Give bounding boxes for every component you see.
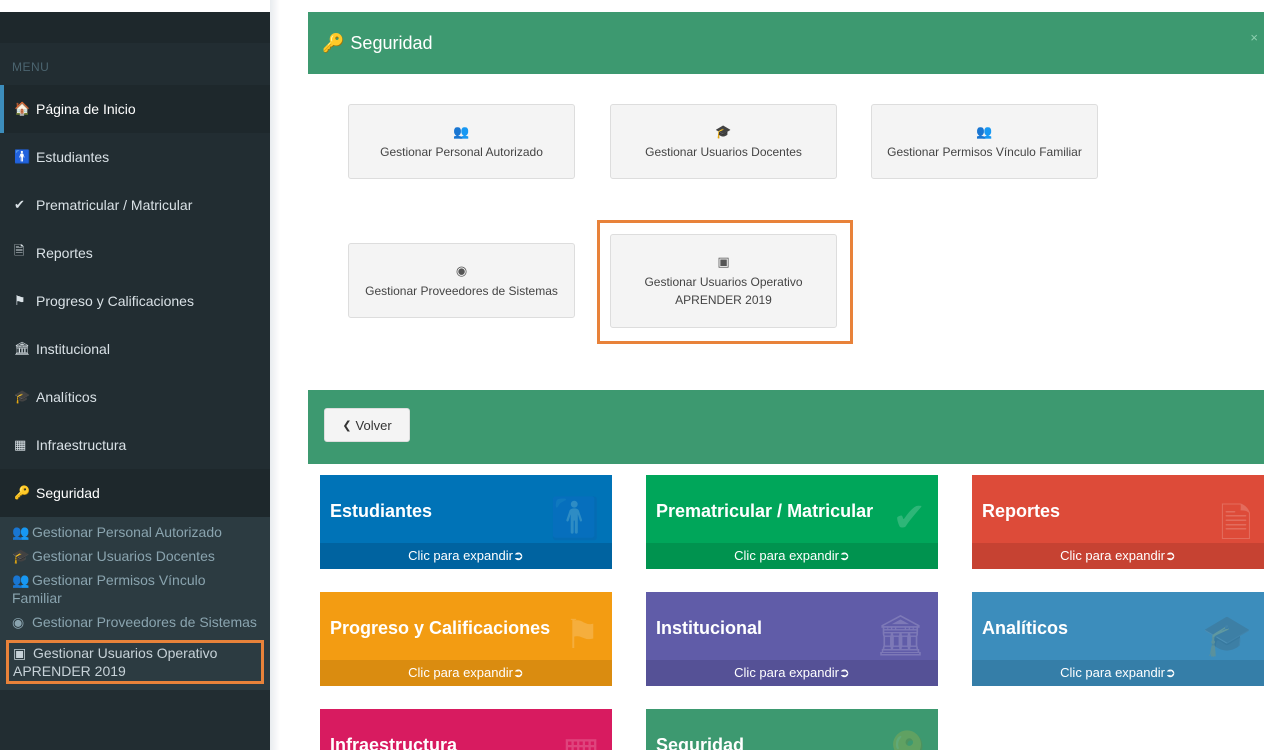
tile-seguridad[interactable]: Seguridad 🔑 (646, 709, 938, 750)
institution-icon: 🏛 (14, 341, 31, 356)
home-icon: 🏠 (14, 101, 31, 116)
tile-title: Seguridad (656, 735, 745, 750)
submenu-item-label: Gestionar Usuarios Docentes (32, 548, 215, 564)
tile-footer[interactable]: Clic para expandir➲ (646, 543, 938, 569)
menu-header: MENU (12, 60, 50, 74)
sidebar-item-prematricular[interactable]: ✔ Prematricular / Matricular (0, 181, 270, 229)
users-icon: 👥 (12, 572, 30, 588)
panel-title: 🔑 Seguridad (322, 33, 433, 54)
submenu-item-personal-autorizado[interactable]: 👥 Gestionar Personal Autorizado (0, 520, 270, 544)
submenu-item-label: Gestionar Proveedores de Sistemas (32, 614, 257, 630)
sidebar-item-label: Estudiantes (36, 149, 110, 165)
tile-footer[interactable]: Clic para expandir➲ (646, 660, 938, 686)
close-icon[interactable]: × (1250, 30, 1258, 45)
user-circle-icon: ◉ (12, 614, 25, 630)
flag-icon: ⚑ (14, 293, 26, 308)
building-icon: ▦ (562, 729, 600, 750)
student-icon: 🚹 (550, 497, 600, 541)
graduation-cap-icon: 🎓 (1202, 614, 1252, 658)
sidebar: MENU 🏠 Página de Inicio 🚹 Estudiantes ✔ … (0, 12, 270, 750)
tile-title: Reportes (982, 501, 1061, 521)
btn-usuarios-docentes[interactable]: 🎓 Gestionar Usuarios Docentes (610, 104, 837, 179)
check-icon: ✔ (14, 197, 25, 212)
tile-analiticos[interactable]: Analíticos 🎓 Clic para expandir➲ (972, 592, 1264, 686)
sidebar-item-label: Institucional (36, 341, 110, 357)
key-icon: 🔑 (322, 32, 345, 53)
users-icon: 👥 (976, 123, 993, 139)
submenu-item-label: Gestionar Permisos Vínculo Familiar (12, 572, 206, 606)
seguridad-submenu: 👥 Gestionar Personal Autorizado 🎓 Gestiona… (0, 517, 270, 690)
tile-footer[interactable]: Clic para expandir➲ (972, 543, 1264, 569)
button-label: Gestionar Permisos Vínculo Familiar (887, 144, 1082, 159)
content-shadow (270, 0, 280, 750)
back-bar (308, 390, 1264, 464)
sidebar-item-reportes[interactable]: 🗎 Reportes (0, 229, 270, 277)
sidebar-item-institucional[interactable]: 🏛 Institucional (0, 325, 270, 373)
flag-icon: ⚑ (564, 613, 600, 657)
graduation-cap-icon: 🎓 (12, 548, 30, 564)
highlight-frame (597, 220, 853, 344)
user-circle-icon: ◉ (455, 262, 468, 278)
tile-footer[interactable]: Clic para expandir➲ (972, 660, 1264, 686)
sidebar-item-label: Prematricular / Matricular (36, 197, 193, 213)
seguridad-panel-header: 🔑 Seguridad × (308, 12, 1264, 74)
sidebar-topbar (0, 12, 270, 43)
panel-title-text: Seguridad (350, 32, 433, 53)
key-icon: 🔑 (14, 485, 31, 500)
tile-prematricular[interactable]: Prematricular / Matricular ✔ Clic para e… (646, 475, 938, 569)
tile-progreso[interactable]: Progreso y Calificaciones ⚑ Clic para ex… (320, 592, 612, 686)
btn-personal-autorizado[interactable]: 👥 Gestionar Personal Autorizado (348, 104, 575, 179)
tile-reportes[interactable]: Reportes 🗎 Clic para expandir➲ (972, 475, 1264, 569)
sidebar-item-label: Seguridad (36, 485, 100, 501)
sidebar-item-label: Reportes (36, 245, 93, 261)
submenu-item-label: Gestionar Personal Autorizado (32, 524, 222, 540)
submenu-item-vinculo-familiar[interactable]: 👥 Gestionar Permisos Vínculo Familiar (0, 568, 270, 610)
button-label: Gestionar Personal Autorizado (380, 144, 543, 159)
tile-title: Analíticos (982, 618, 1069, 638)
chevron-left-icon: ❮ (342, 419, 352, 432)
tile-footer[interactable]: Clic para expandir➲ (320, 660, 612, 686)
sidebar-item-label: Analíticos (36, 389, 97, 405)
tile-title: Prematricular / Matricular (656, 501, 874, 521)
tile-title: Estudiantes (330, 501, 433, 521)
sidebar-item-estudiantes[interactable]: 🚹 Estudiantes (0, 133, 270, 181)
users-icon: 👥 (12, 524, 30, 540)
submenu-item-proveedores[interactable]: ◉ Gestionar Proveedores de Sistemas (0, 610, 270, 634)
sidebar-item-progreso[interactable]: ⚑ Progreso y Calificaciones (0, 277, 270, 325)
graduation-cap-icon: 🎓 (715, 123, 732, 139)
sidebar-item-seguridad[interactable]: 🔑 Seguridad (0, 469, 270, 517)
sidebar-item-label: Infraestructura (36, 437, 127, 453)
submenu-item-operativo-aprender[interactable]: ▣ Gestionar Usuarios Operativo APRENDER 2… (6, 640, 264, 684)
btn-vinculo-familiar[interactable]: 👥 Gestionar Permisos Vínculo Familiar (871, 104, 1098, 179)
sidebar-item-label: Página de Inicio (36, 101, 136, 117)
tile-footer[interactable]: Clic para expandir➲ (320, 543, 612, 569)
sidebar-item-inicio[interactable]: 🏠 Página de Inicio (0, 85, 270, 133)
volver-button[interactable]: ❮ Volver (324, 408, 410, 442)
graduation-cap-icon: 🎓 (14, 389, 31, 404)
submenu-item-usuarios-docentes[interactable]: 🎓 Gestionar Usuarios Docentes (0, 544, 270, 568)
tile-title: Progreso y Calificaciones (330, 618, 551, 638)
building-icon: ▦ (14, 437, 27, 452)
sidebar-item-label: Progreso y Calificaciones (36, 293, 194, 309)
key-icon: 🔑 (876, 729, 926, 750)
btn-proveedores-sistemas[interactable]: ◉ Gestionar Proveedores de Sistemas (348, 243, 575, 318)
id-card-icon: ▣ (13, 645, 27, 661)
users-icon: 👥 (453, 123, 470, 139)
tile-title: Infraestructura (330, 735, 458, 750)
button-label: Gestionar Proveedores de Sistemas (365, 283, 558, 298)
tile-estudiantes[interactable]: Estudiantes 🚹 Clic para expandir➲ (320, 475, 612, 569)
sidebar-item-infraestructura[interactable]: ▦ Infraestructura (0, 421, 270, 469)
file-icon: 🗎 (14, 243, 25, 258)
submenu-item-label: Gestionar Usuarios Operativo APRENDER 20… (13, 645, 218, 679)
tile-infraestructura[interactable]: Infraestructura ▦ (320, 709, 612, 750)
sidebar-item-analiticos[interactable]: 🎓 Analíticos (0, 373, 270, 421)
button-label: Gestionar Usuarios Docentes (645, 144, 802, 159)
volver-label: Volver (355, 417, 392, 433)
institution-icon: 🏛 (875, 614, 926, 658)
student-icon: 🚹 (14, 149, 31, 164)
tile-title: Institucional (656, 618, 763, 638)
check-icon: ✔ (892, 496, 926, 540)
tile-institucional[interactable]: Institucional 🏛 Clic para expandir➲ (646, 592, 938, 686)
